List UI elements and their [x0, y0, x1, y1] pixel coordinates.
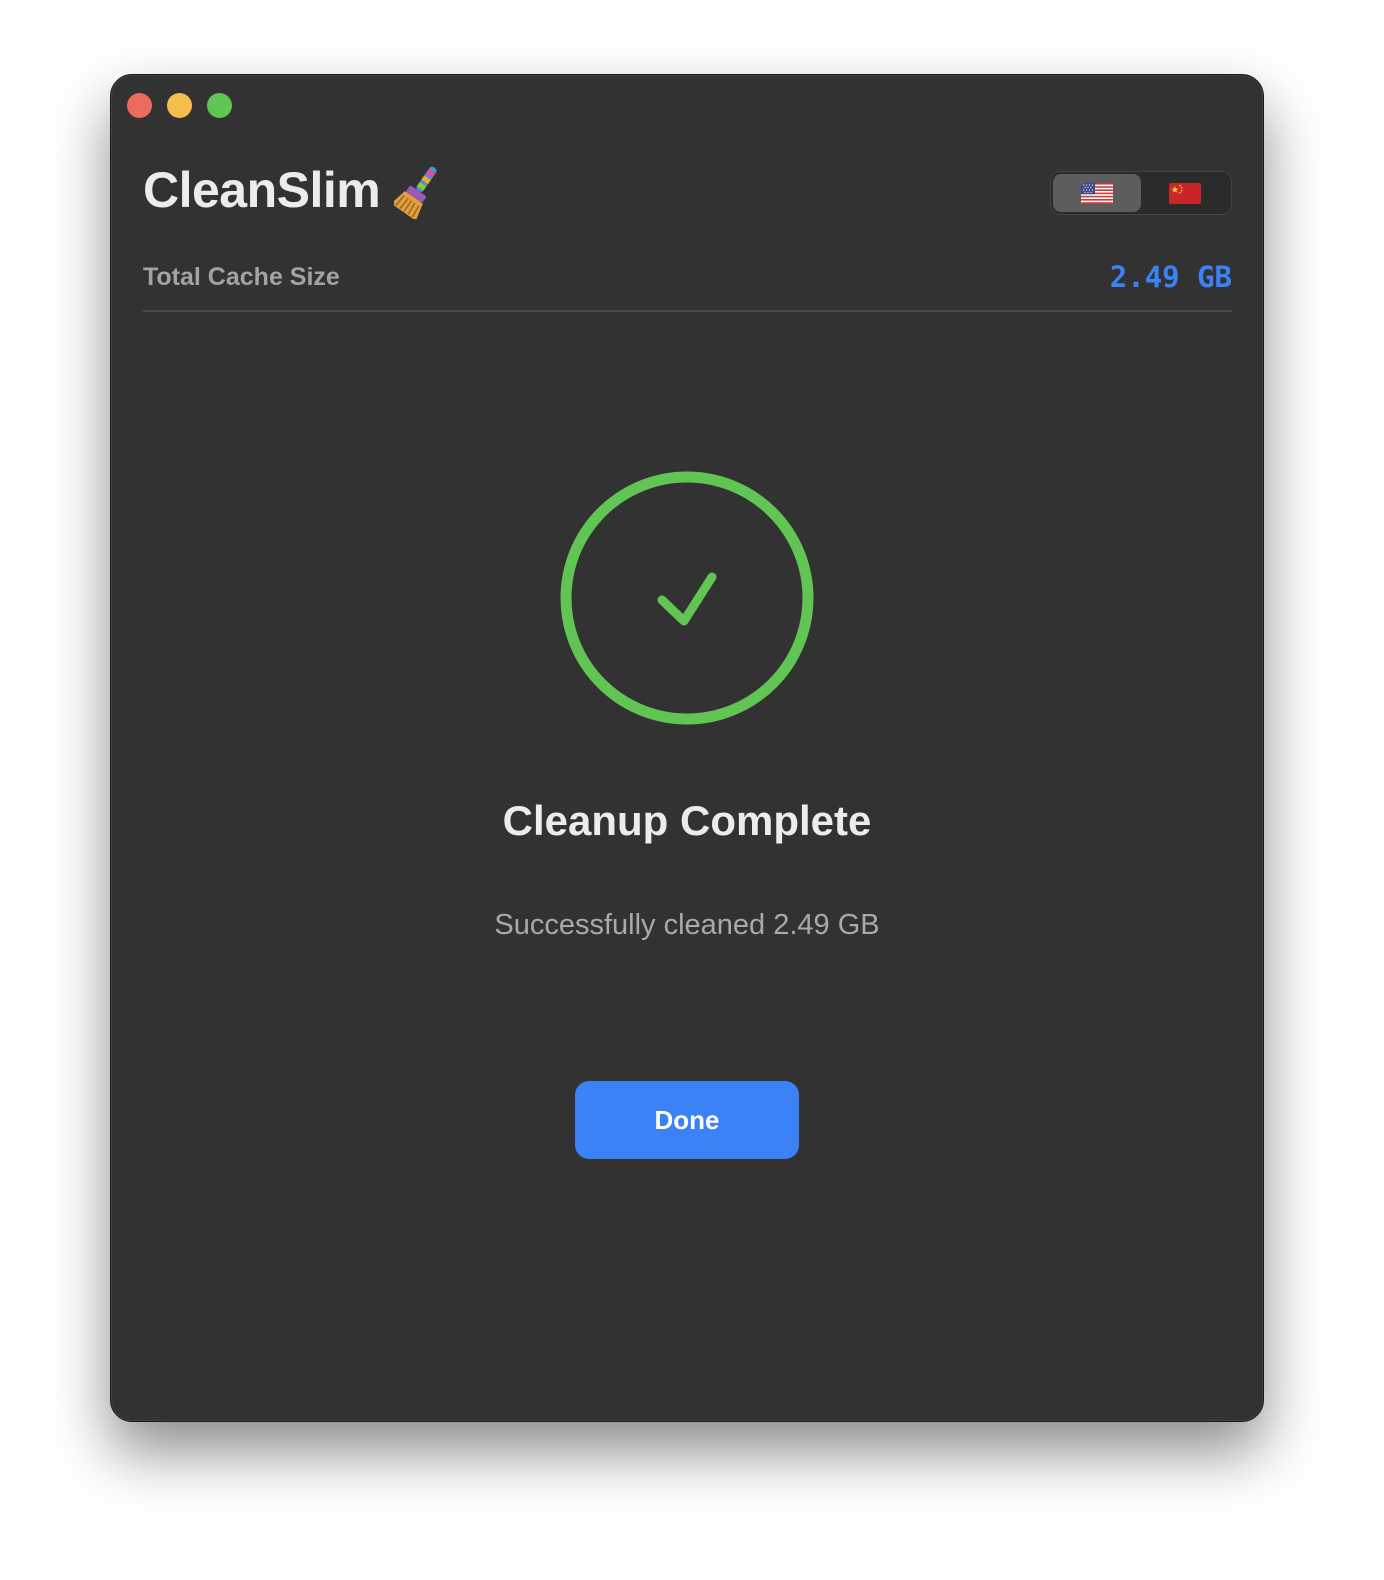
completion-message: Successfully cleaned 2.49 GB — [494, 909, 880, 941]
zoom-window-button[interactable] — [207, 93, 232, 118]
window-controls — [127, 93, 232, 118]
minimize-window-button[interactable] — [167, 93, 192, 118]
cache-summary: Total Cache Size 2.49 GB — [143, 257, 1232, 297]
language-option-zh[interactable] — [1141, 174, 1229, 212]
app-window: CleanSlim Total Cache Size 2.49 GB Clean… — [110, 74, 1264, 1422]
done-button[interactable]: Done — [575, 1081, 799, 1159]
broom-icon — [394, 166, 437, 219]
app-header: CleanSlim — [143, 161, 444, 219]
cache-size-label: Total Cache Size — [143, 262, 340, 291]
checkmark-circle-icon — [560, 471, 814, 725]
cache-size-value: 2.49 GB — [1109, 260, 1232, 294]
china-flag-icon — [1169, 182, 1201, 204]
completion-title: Cleanup Complete — [502, 797, 872, 844]
header-divider — [143, 310, 1232, 312]
language-option-en[interactable] — [1053, 174, 1141, 212]
language-toggle — [1050, 171, 1232, 215]
us-flag-icon — [1081, 182, 1113, 204]
app-name: CleanSlim — [143, 162, 381, 218]
close-window-button[interactable] — [127, 93, 152, 118]
